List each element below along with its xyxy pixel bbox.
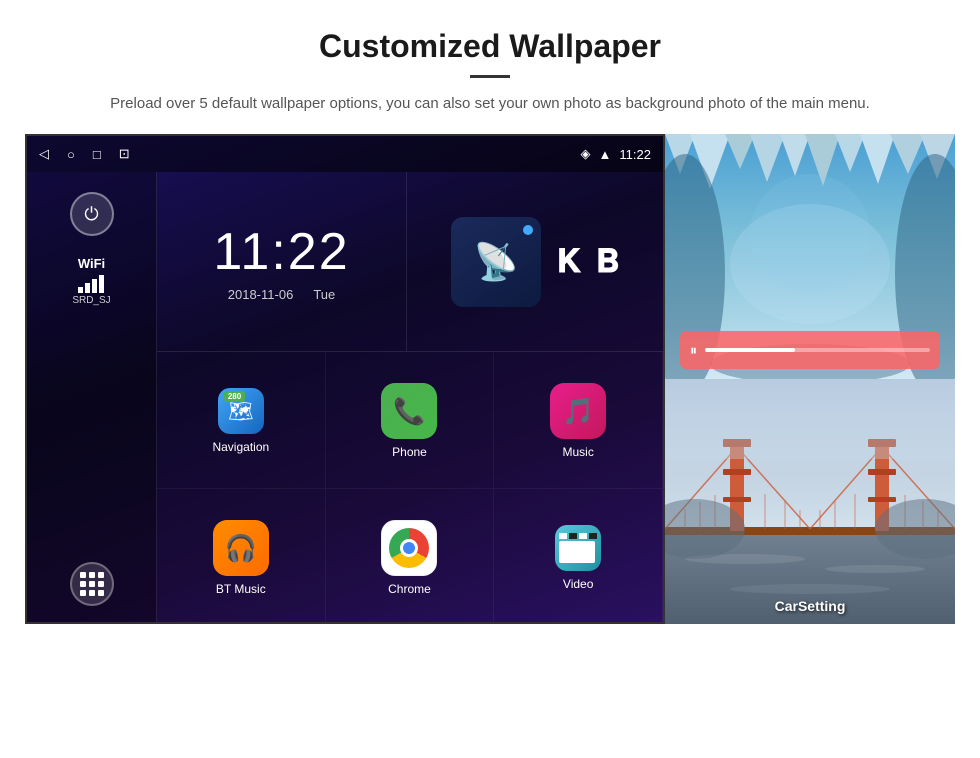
music-widget-overlay[interactable]: ⏸ [680, 331, 940, 369]
app-item-navigation[interactable]: 🗺 280 Navigation [157, 352, 326, 489]
time-display: 11:22 [213, 222, 349, 282]
location-icon: ◈ [581, 146, 591, 162]
wifi-widget: WiFi SRD_SJ [72, 256, 110, 306]
chrome-label: Chrome [388, 582, 431, 596]
btmusic-icon: 🎧 [213, 520, 269, 576]
time-widget: 11:22 2018-11-06 Tue [157, 172, 407, 351]
date-display: 2018-11-06 Tue [228, 287, 335, 302]
status-time: 11:22 [619, 147, 651, 162]
app-item-music[interactable]: 🎵 Music [494, 352, 663, 489]
btmusic-symbol: 🎧 [225, 533, 257, 564]
navigation-icon: 🗺 280 [218, 388, 264, 434]
recents-icon[interactable]: □ [93, 147, 101, 162]
page-description: Preload over 5 default wallpaper options… [80, 92, 900, 116]
signal-widget: 📡 [451, 217, 541, 307]
page-title: Customized Wallpaper [80, 28, 900, 65]
carsetting-label: CarSetting [665, 598, 955, 614]
wifi-bar-2 [85, 283, 90, 293]
screen-body: ⏻ WiFi SRD_SJ [27, 172, 663, 624]
wifi-bar-3 [92, 279, 97, 293]
sidebar-top: ⏻ WiFi SRD_SJ [70, 192, 114, 306]
grid-dots [80, 572, 104, 596]
clap-stripe-3 [579, 533, 587, 539]
phone-icon: 📞 [381, 383, 437, 439]
music-label: Music [562, 445, 593, 459]
wallpaper-panel: ⏸ [665, 134, 955, 624]
wallpaper-thumb-ice[interactable]: ⏸ [665, 134, 955, 379]
grid-dot [80, 581, 86, 587]
app-item-phone[interactable]: 📞 Phone [326, 352, 495, 489]
music-icon: 🎵 [550, 383, 606, 439]
page-header: Customized Wallpaper Preload over 5 defa… [0, 0, 980, 134]
navigation-label: Navigation [212, 440, 269, 454]
signal-icon: ▲ [599, 147, 612, 162]
app-grid: 🗺 280 Navigation 📞 Phone [157, 352, 663, 624]
grid-dot [89, 572, 95, 578]
grid-dot [98, 572, 104, 578]
btmusic-label: BT Music [216, 582, 266, 596]
wifi-label: WiFi [72, 256, 110, 271]
bridge-svg [665, 379, 955, 624]
signal-broadcast-icon: 📡 [474, 241, 519, 283]
date-value: 2018-11-06 [228, 287, 294, 302]
music-progress-fill [705, 348, 795, 352]
wifi-bars [72, 275, 110, 293]
phone-label: Phone [392, 445, 427, 459]
app-item-btmusic[interactable]: 🎧 BT Music [157, 489, 326, 624]
wifi-ssid: SRD_SJ [72, 295, 110, 306]
music-symbol: 🎵 [562, 396, 594, 427]
chrome-center [400, 539, 418, 557]
music-progress-bar [705, 348, 930, 352]
b-app-icon[interactable]: 𝐁 [596, 243, 619, 281]
clap-stripe-2 [569, 533, 577, 539]
back-icon[interactable]: ◁ [39, 146, 49, 162]
phone-symbol: 📞 [393, 396, 425, 427]
power-button[interactable]: ⏻ [70, 192, 114, 236]
wifi-bar-4 [99, 275, 104, 293]
app-item-video[interactable]: Video [494, 489, 663, 624]
nav-buttons: ◁ ○ □ ⊡ [39, 146, 130, 162]
video-icon [555, 525, 601, 571]
grid-dot [98, 581, 104, 587]
screenshot-icon[interactable]: ⊡ [119, 146, 130, 162]
signal-dot [523, 225, 533, 235]
time-area: 11:22 2018-11-06 Tue 📡 𝐊 𝐁 [157, 172, 663, 352]
android-screen: ◁ ○ □ ⊡ ◈ ▲ 11:22 ⏻ WiFi [25, 134, 665, 624]
k-app-icon[interactable]: 𝐊 [557, 243, 580, 281]
main-content: ◁ ○ □ ⊡ ◈ ▲ 11:22 ⏻ WiFi [0, 134, 980, 624]
grid-dot [80, 572, 86, 578]
video-clapboard [559, 533, 597, 563]
app-item-chrome[interactable]: Chrome [326, 489, 495, 624]
apps-grid-button[interactable] [70, 562, 114, 606]
screen-main: 11:22 2018-11-06 Tue 📡 𝐊 𝐁 [157, 172, 663, 624]
clap-stripe-4 [589, 533, 597, 539]
status-bar: ◁ ○ □ ⊡ ◈ ▲ 11:22 [27, 136, 663, 172]
widget-area: 📡 𝐊 𝐁 [407, 172, 663, 351]
wifi-bar-1 [78, 287, 83, 293]
status-right: ◈ ▲ 11:22 [581, 146, 651, 162]
grid-dot [89, 590, 95, 596]
map-badge: 280 [224, 391, 245, 402]
map-symbol: 🗺 [228, 399, 253, 424]
video-label: Video [563, 577, 593, 591]
title-divider [470, 75, 510, 78]
clap-bottom [559, 541, 595, 563]
left-sidebar: ⏻ WiFi SRD_SJ [27, 172, 157, 624]
home-icon[interactable]: ○ [67, 147, 75, 162]
ice-texture: ⏸ [665, 134, 955, 379]
day-value: Tue [313, 287, 335, 302]
grid-dot [80, 590, 86, 596]
clap-top [559, 533, 597, 539]
grid-dot [89, 581, 95, 587]
clap-stripe-1 [559, 533, 567, 539]
grid-dot [98, 590, 104, 596]
wallpaper-thumb-bridge[interactable]: CarSetting [665, 379, 955, 624]
music-widget-icon: ⏸ [690, 342, 697, 359]
chrome-ring [389, 528, 429, 568]
chrome-icon [381, 520, 437, 576]
